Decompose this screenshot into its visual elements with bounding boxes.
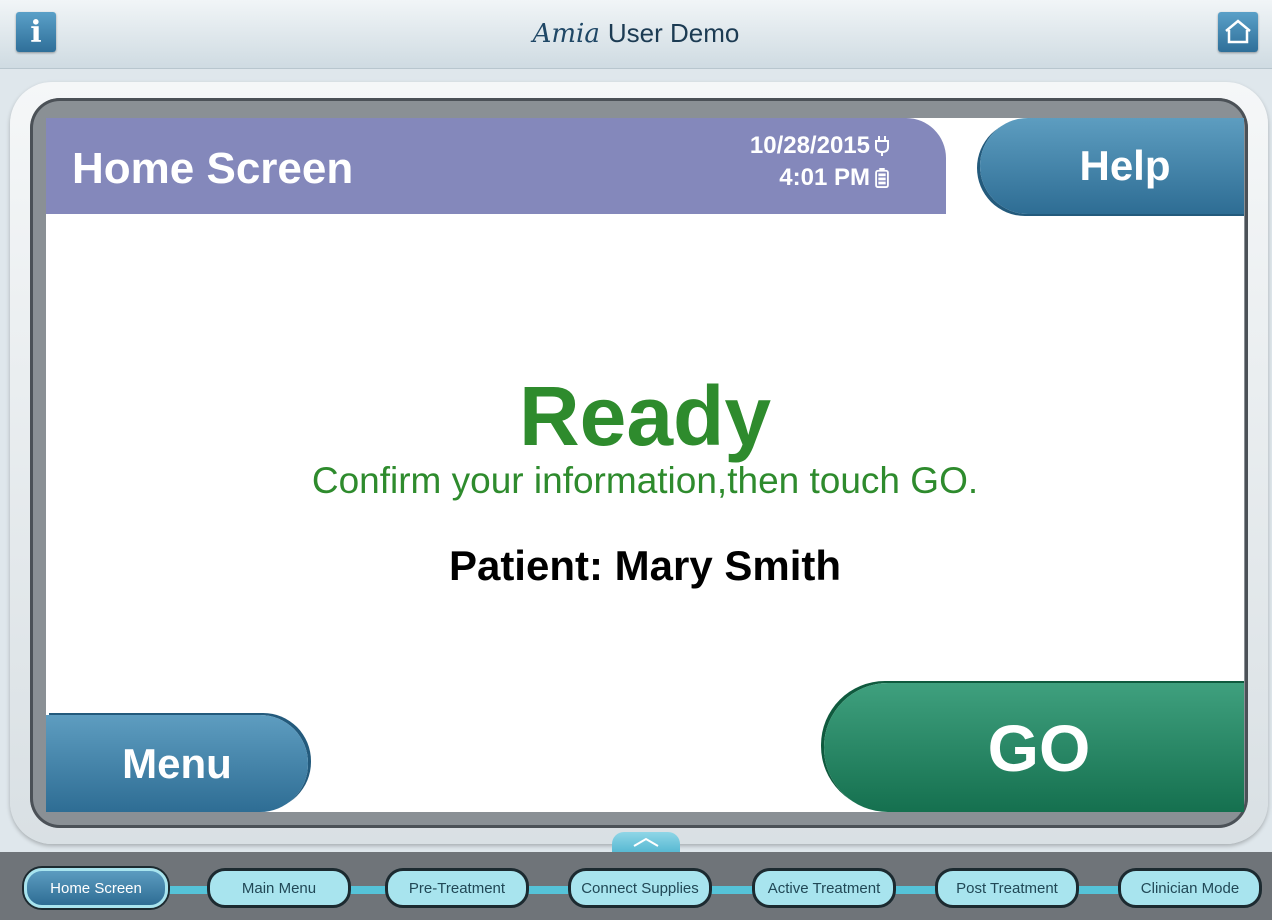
help-button[interactable]: Help <box>980 118 1244 214</box>
device-bezel: Home Screen 10/28/2015 4:01 PM Help Read… <box>30 98 1248 828</box>
date-text: 10/28/2015 <box>749 132 870 159</box>
time-text: 4:01 PM <box>779 164 870 191</box>
nav-item-main-menu[interactable]: Main Menu <box>207 868 351 908</box>
chevron-up-icon <box>633 837 659 847</box>
instruction-text: Confirm your information,then touch GO. <box>311 460 979 501</box>
plug-icon <box>875 136 889 156</box>
device-screen: Home Screen 10/28/2015 4:01 PM Help Read… <box>46 118 1244 812</box>
device-frame: Home Screen 10/28/2015 4:01 PM Help Read… <box>10 82 1268 844</box>
status-title: Ready <box>518 369 772 463</box>
brand-title: User Demo <box>607 18 740 48</box>
nav-item-active-treatment[interactable]: Active Treatment <box>752 868 896 908</box>
nav-item-clinician-mode[interactable]: Clinician Mode <box>1118 868 1262 908</box>
patient-name: Patient: Mary Smith <box>448 542 842 589</box>
go-button[interactable]: GO <box>824 683 1244 812</box>
battery-icon <box>875 168 889 188</box>
nav-item-home-screen[interactable]: Home Screen <box>24 868 168 908</box>
screen-header: Home Screen 10/28/2015 4:01 PM <box>46 118 946 214</box>
drawer-pull-tab[interactable] <box>612 832 680 852</box>
home-button[interactable] <box>1218 12 1258 52</box>
brand-logo: Amia <box>532 19 600 49</box>
nav-item-pre-treatment[interactable]: Pre-Treatment <box>385 868 529 908</box>
page-title: Home Screen <box>72 144 354 193</box>
nav-item-post-treatment[interactable]: Post Treatment <box>935 868 1079 908</box>
menu-button[interactable]: Menu <box>46 715 308 812</box>
nav-item-connect-supplies[interactable]: Connect Supplies <box>568 868 712 908</box>
date-time: 10/28/2015 4:01 PM <box>750 130 890 194</box>
top-bar: i Amia User Demo <box>0 0 1272 69</box>
workflow-nav: Home Screen Main Menu Pre-Treatment Conn… <box>0 852 1272 920</box>
home-icon <box>1225 19 1251 44</box>
app-title: Amia User Demo <box>0 18 1272 49</box>
